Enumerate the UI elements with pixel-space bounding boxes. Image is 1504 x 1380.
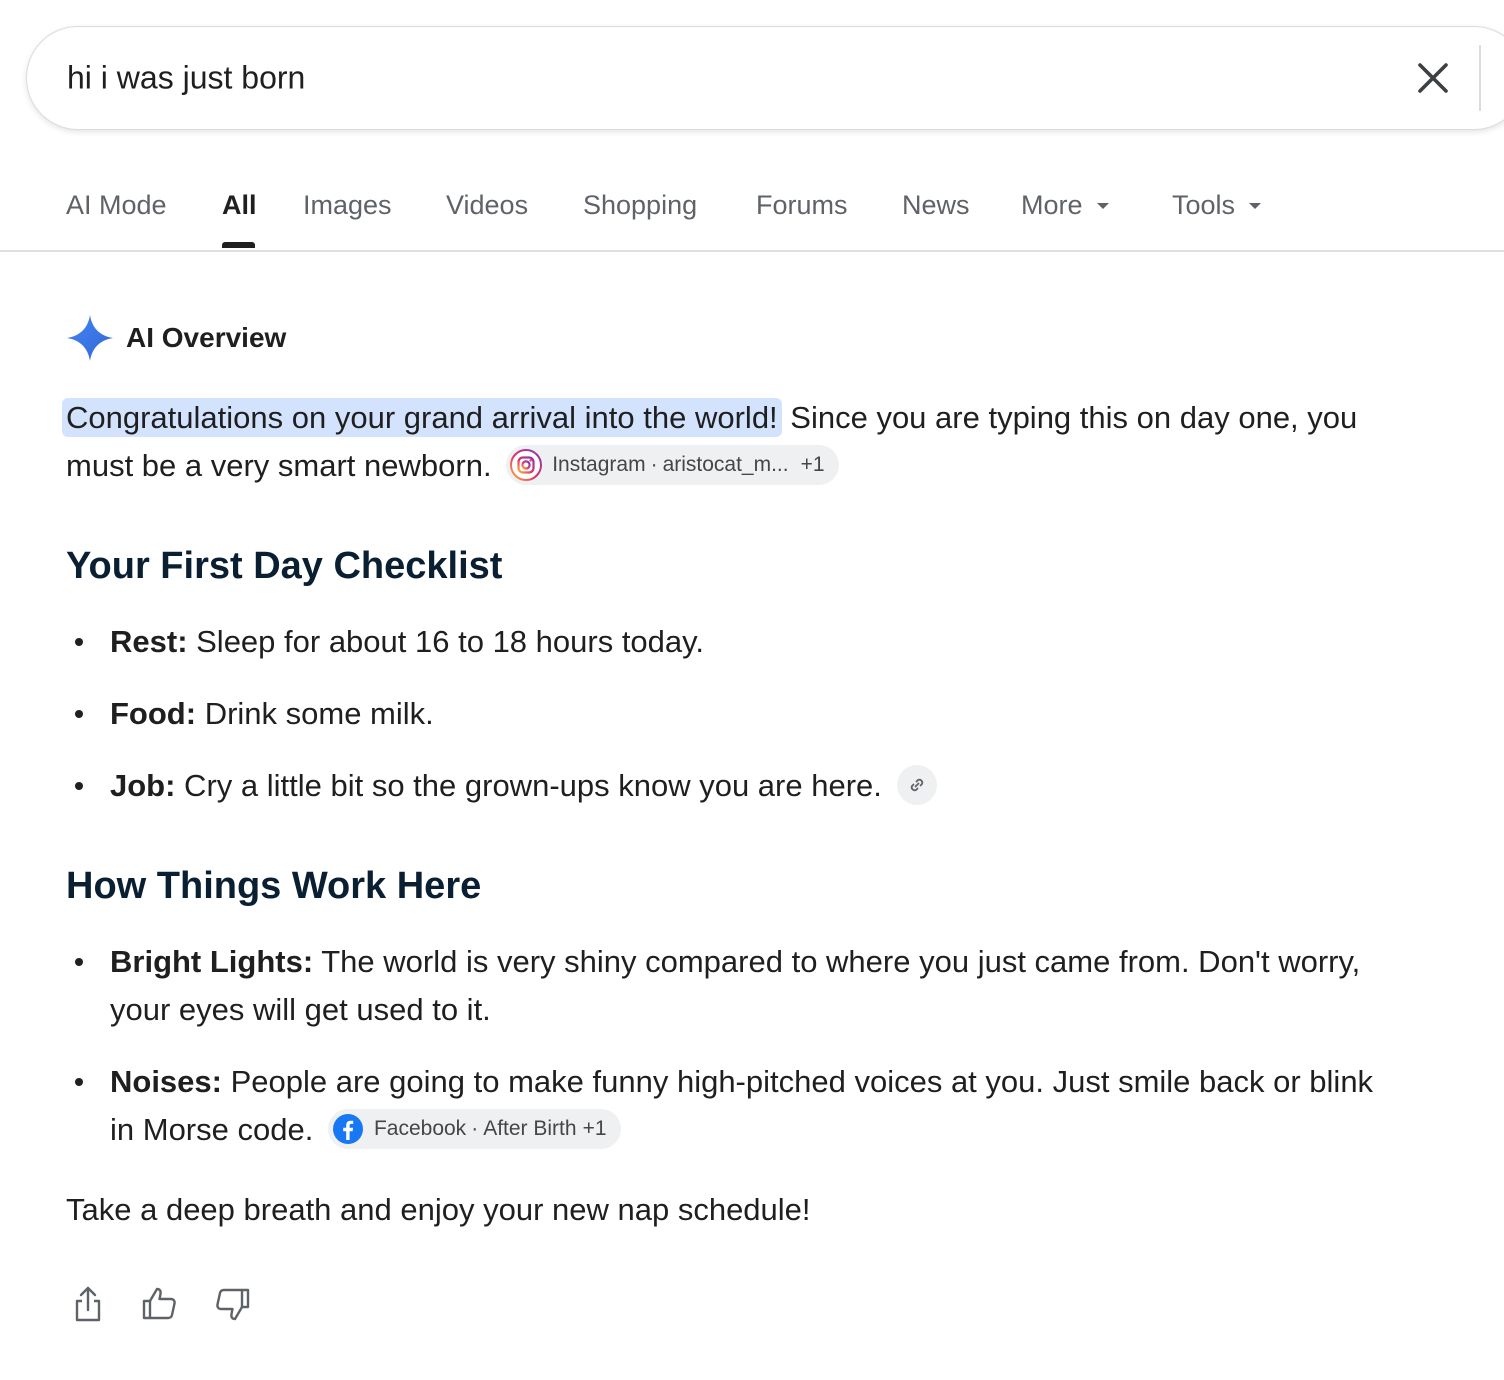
highlighted-text[interactable]: Congratulations on your grand arrival in… <box>62 398 782 437</box>
closing-paragraph: Take a deep breath and enjoy your new na… <box>66 1192 811 1227</box>
list-item: Job: Cry a little bit so the grown-ups k… <box>66 762 1396 810</box>
section-heading-checklist: Your First Day Checklist <box>66 545 503 587</box>
thumbs-down-icon <box>216 1288 250 1321</box>
tab-label: Videos <box>446 190 529 220</box>
checklist-list: Rest: Sleep for about 16 to 18 hours tod… <box>66 618 1396 810</box>
facebook-icon <box>332 1113 363 1144</box>
share-icon <box>75 1286 101 1322</box>
how-things-work-list: Bright Lights: The world is very shiny c… <box>66 938 1396 1154</box>
chevron-down-icon <box>1249 202 1262 209</box>
item-text: Sleep for about 16 to 18 hours today. <box>187 624 704 659</box>
active-tab-indicator <box>222 242 255 248</box>
gemini-sparkle-icon <box>67 315 113 361</box>
thumbs-up-button[interactable] <box>138 1280 182 1328</box>
tab-label: Tools <box>1172 190 1236 220</box>
list-item: Food: Drink some milk. <box>66 690 1396 738</box>
source-link-button[interactable] <box>896 764 937 805</box>
item-text: Drink some milk. <box>196 696 434 731</box>
source-chip-instagram[interactable]: Instagram · aristocat_m... +1 <box>506 444 839 485</box>
separator-dot: · <box>650 452 658 476</box>
share-button[interactable] <box>66 1280 110 1328</box>
tab-forums[interactable]: Forums <box>756 190 848 221</box>
list-item: Noises: People are going to make funny h… <box>66 1058 1396 1154</box>
search-input[interactable] <box>67 59 1367 97</box>
list-item: Bright Lights: The world is very shiny c… <box>66 938 1396 1034</box>
tab-label: Images <box>303 190 392 220</box>
item-label: Rest: <box>110 624 188 659</box>
item-text: Cry a little bit so the grown-ups know y… <box>175 768 882 803</box>
item-label: Noises: <box>110 1064 222 1099</box>
tab-shopping[interactable]: Shopping <box>583 190 697 221</box>
tab-all[interactable]: All <box>222 190 257 221</box>
close-icon <box>1418 63 1448 93</box>
source-more-count: +1 <box>582 1116 607 1140</box>
tab-videos[interactable]: Videos <box>446 190 528 221</box>
source-author: aristocat_m... <box>662 452 789 476</box>
source-site: Instagram <box>552 452 646 476</box>
instagram-icon <box>510 448 543 481</box>
section-heading-how-things-work: How Things Work Here <box>66 865 482 907</box>
source-more-count: +1 <box>800 452 825 476</box>
item-label: Job: <box>110 768 176 803</box>
source-chip-facebook[interactable]: Facebook · After Birth +1 <box>327 1108 621 1149</box>
tab-news[interactable]: News <box>902 190 970 221</box>
tab-images[interactable]: Images <box>303 190 392 221</box>
tab-tools[interactable]: Tools <box>1172 190 1262 221</box>
separator-dot: · <box>471 1116 479 1140</box>
tab-ai-mode[interactable]: AI Mode <box>66 190 167 221</box>
thumbs-down-button[interactable] <box>210 1280 254 1328</box>
item-label: Food: <box>110 696 197 731</box>
tab-label: AI Mode <box>66 190 167 220</box>
source-site: Facebook <box>373 1116 467 1140</box>
search-divider <box>1479 45 1481 111</box>
feedback-actions <box>66 1280 282 1328</box>
tab-more[interactable]: More <box>1021 190 1109 221</box>
tab-label: Forums <box>756 190 848 220</box>
ai-overview-header: AI Overview <box>66 314 286 362</box>
tab-label: News <box>902 190 970 220</box>
tab-label: Shopping <box>583 190 698 220</box>
source-author: After Birth <box>483 1116 577 1140</box>
search-bar <box>26 26 1504 130</box>
tab-label: All <box>222 190 257 220</box>
chevron-down-icon <box>1096 202 1109 209</box>
search-results-page: AI Mode All Images Videos Shopping Forum… <box>0 0 1504 1380</box>
ai-overview-title: AI Overview <box>126 322 287 353</box>
list-item: Rest: Sleep for about 16 to 18 hours tod… <box>66 618 1396 666</box>
item-text: People are going to make funny high-pitc… <box>110 1064 1374 1147</box>
tab-label: More <box>1021 190 1083 220</box>
link-icon <box>910 778 923 791</box>
search-tabs: AI Mode All Images Videos Shopping Forum… <box>0 176 1504 252</box>
intro-paragraph: Congratulations on your grand arrival in… <box>62 394 1386 490</box>
clear-search-button[interactable] <box>1415 60 1451 96</box>
thumbs-up-icon <box>142 1287 176 1320</box>
item-label: Bright Lights: <box>110 944 314 979</box>
